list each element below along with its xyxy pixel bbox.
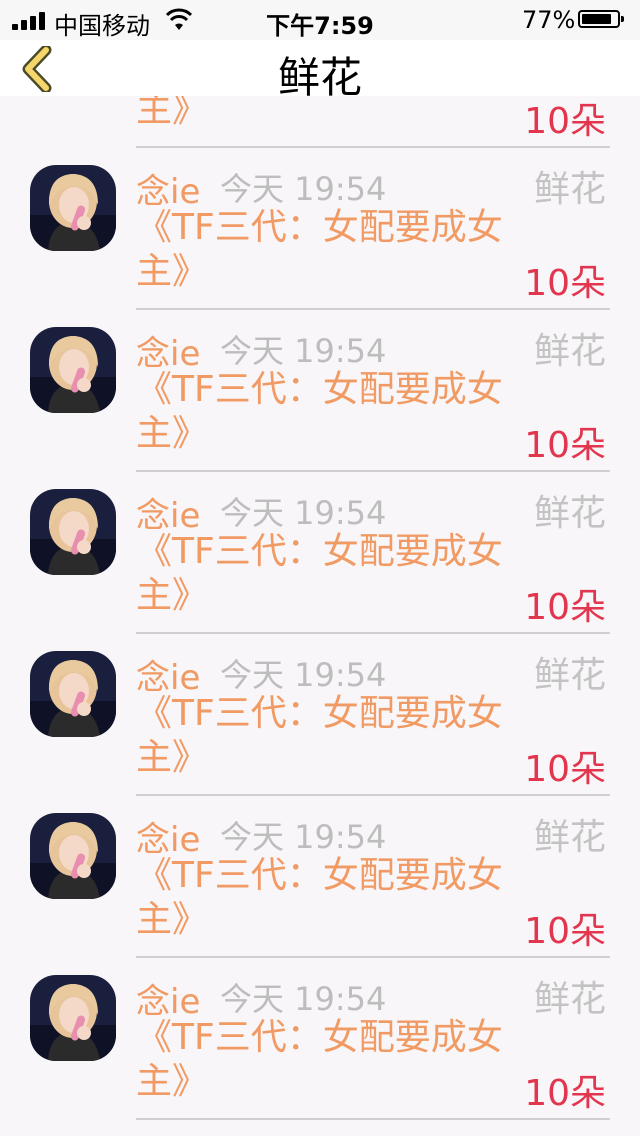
avatar[interactable] bbox=[30, 327, 116, 413]
gift-count: 10朵 bbox=[524, 263, 606, 304]
gift-record-list[interactable]: 主》 10朵 念ie 今天 19:54 鲜花 《TF三代：女配要成女主》 10朵 念ie… bbox=[0, 96, 640, 1136]
gift-count: 10朵 bbox=[524, 425, 606, 466]
list-item[interactable]: 念ie 今天 19:54 鲜花 《TF三代：女配要成女主》 10朵 bbox=[0, 634, 640, 796]
status-bar: 中国移动 下午7:59 77% bbox=[0, 0, 640, 40]
book-title[interactable]: 《TF三代：女配要成女主》 bbox=[136, 368, 536, 456]
list-item[interactable]: 念ie 今天 19:54 鲜花 《TF三代：女配要成女主》 10朵 bbox=[0, 958, 640, 1120]
avatar[interactable] bbox=[30, 651, 116, 737]
timestamp: 今天 19:54 bbox=[220, 170, 387, 208]
book-title[interactable]: 《TF三代：女配要成女主》 bbox=[136, 206, 536, 294]
row-divider bbox=[136, 1118, 610, 1120]
gift-count: 10朵 bbox=[524, 749, 606, 790]
list-item[interactable]: 念ie 今天 19:54 鲜花 《TF三代：女配要成女主》 10朵 bbox=[0, 472, 640, 634]
avatar[interactable] bbox=[30, 489, 116, 575]
gift-type: 鲜花 bbox=[533, 493, 606, 534]
gift-count: 10朵 bbox=[524, 911, 606, 952]
gift-type: 鲜花 bbox=[533, 331, 606, 372]
navigation-bar: 鲜花 bbox=[0, 40, 640, 102]
avatar[interactable] bbox=[30, 165, 116, 251]
gift-count: 10朵 bbox=[524, 101, 606, 142]
timestamp: 今天 19:54 bbox=[220, 332, 387, 370]
gift-count: 10朵 bbox=[524, 587, 606, 628]
battery-icon bbox=[578, 10, 624, 28]
list-item-partial[interactable]: 主》 10朵 bbox=[0, 96, 640, 148]
list-item[interactable]: 念ie 今天 19:54 鲜花 《TF三代：女配要成女主》 10朵 bbox=[0, 310, 640, 472]
book-title[interactable]: 《TF三代：女配要成女主》 bbox=[136, 692, 536, 780]
list-item[interactable]: 念ie 今天 19:54 鲜花 《TF三代：女配要成女主》 10朵 bbox=[0, 796, 640, 958]
timestamp: 今天 19:54 bbox=[220, 980, 387, 1018]
gift-type: 鲜花 bbox=[533, 817, 606, 858]
avatar[interactable] bbox=[30, 813, 116, 899]
gift-count: 10朵 bbox=[524, 1073, 606, 1114]
timestamp: 今天 19:54 bbox=[220, 818, 387, 856]
gift-type: 鲜花 bbox=[533, 979, 606, 1020]
avatar[interactable] bbox=[30, 975, 116, 1061]
battery-level bbox=[582, 14, 612, 24]
timestamp: 今天 19:54 bbox=[220, 494, 387, 532]
gift-type: 鲜花 bbox=[533, 655, 606, 696]
book-title[interactable]: 《TF三代：女配要成女主》 bbox=[136, 854, 536, 942]
timestamp: 今天 19:54 bbox=[220, 656, 387, 694]
battery-percentage: 77% bbox=[522, 6, 576, 34]
book-title: 主》 bbox=[136, 96, 209, 130]
list-item[interactable]: 念ie 今天 19:54 鲜花 《TF三代：女配要成女主》 10朵 bbox=[0, 148, 640, 310]
gift-type: 鲜花 bbox=[533, 169, 606, 210]
book-title[interactable]: 《TF三代：女配要成女主》 bbox=[136, 1016, 536, 1104]
book-title[interactable]: 《TF三代：女配要成女主》 bbox=[136, 530, 536, 618]
